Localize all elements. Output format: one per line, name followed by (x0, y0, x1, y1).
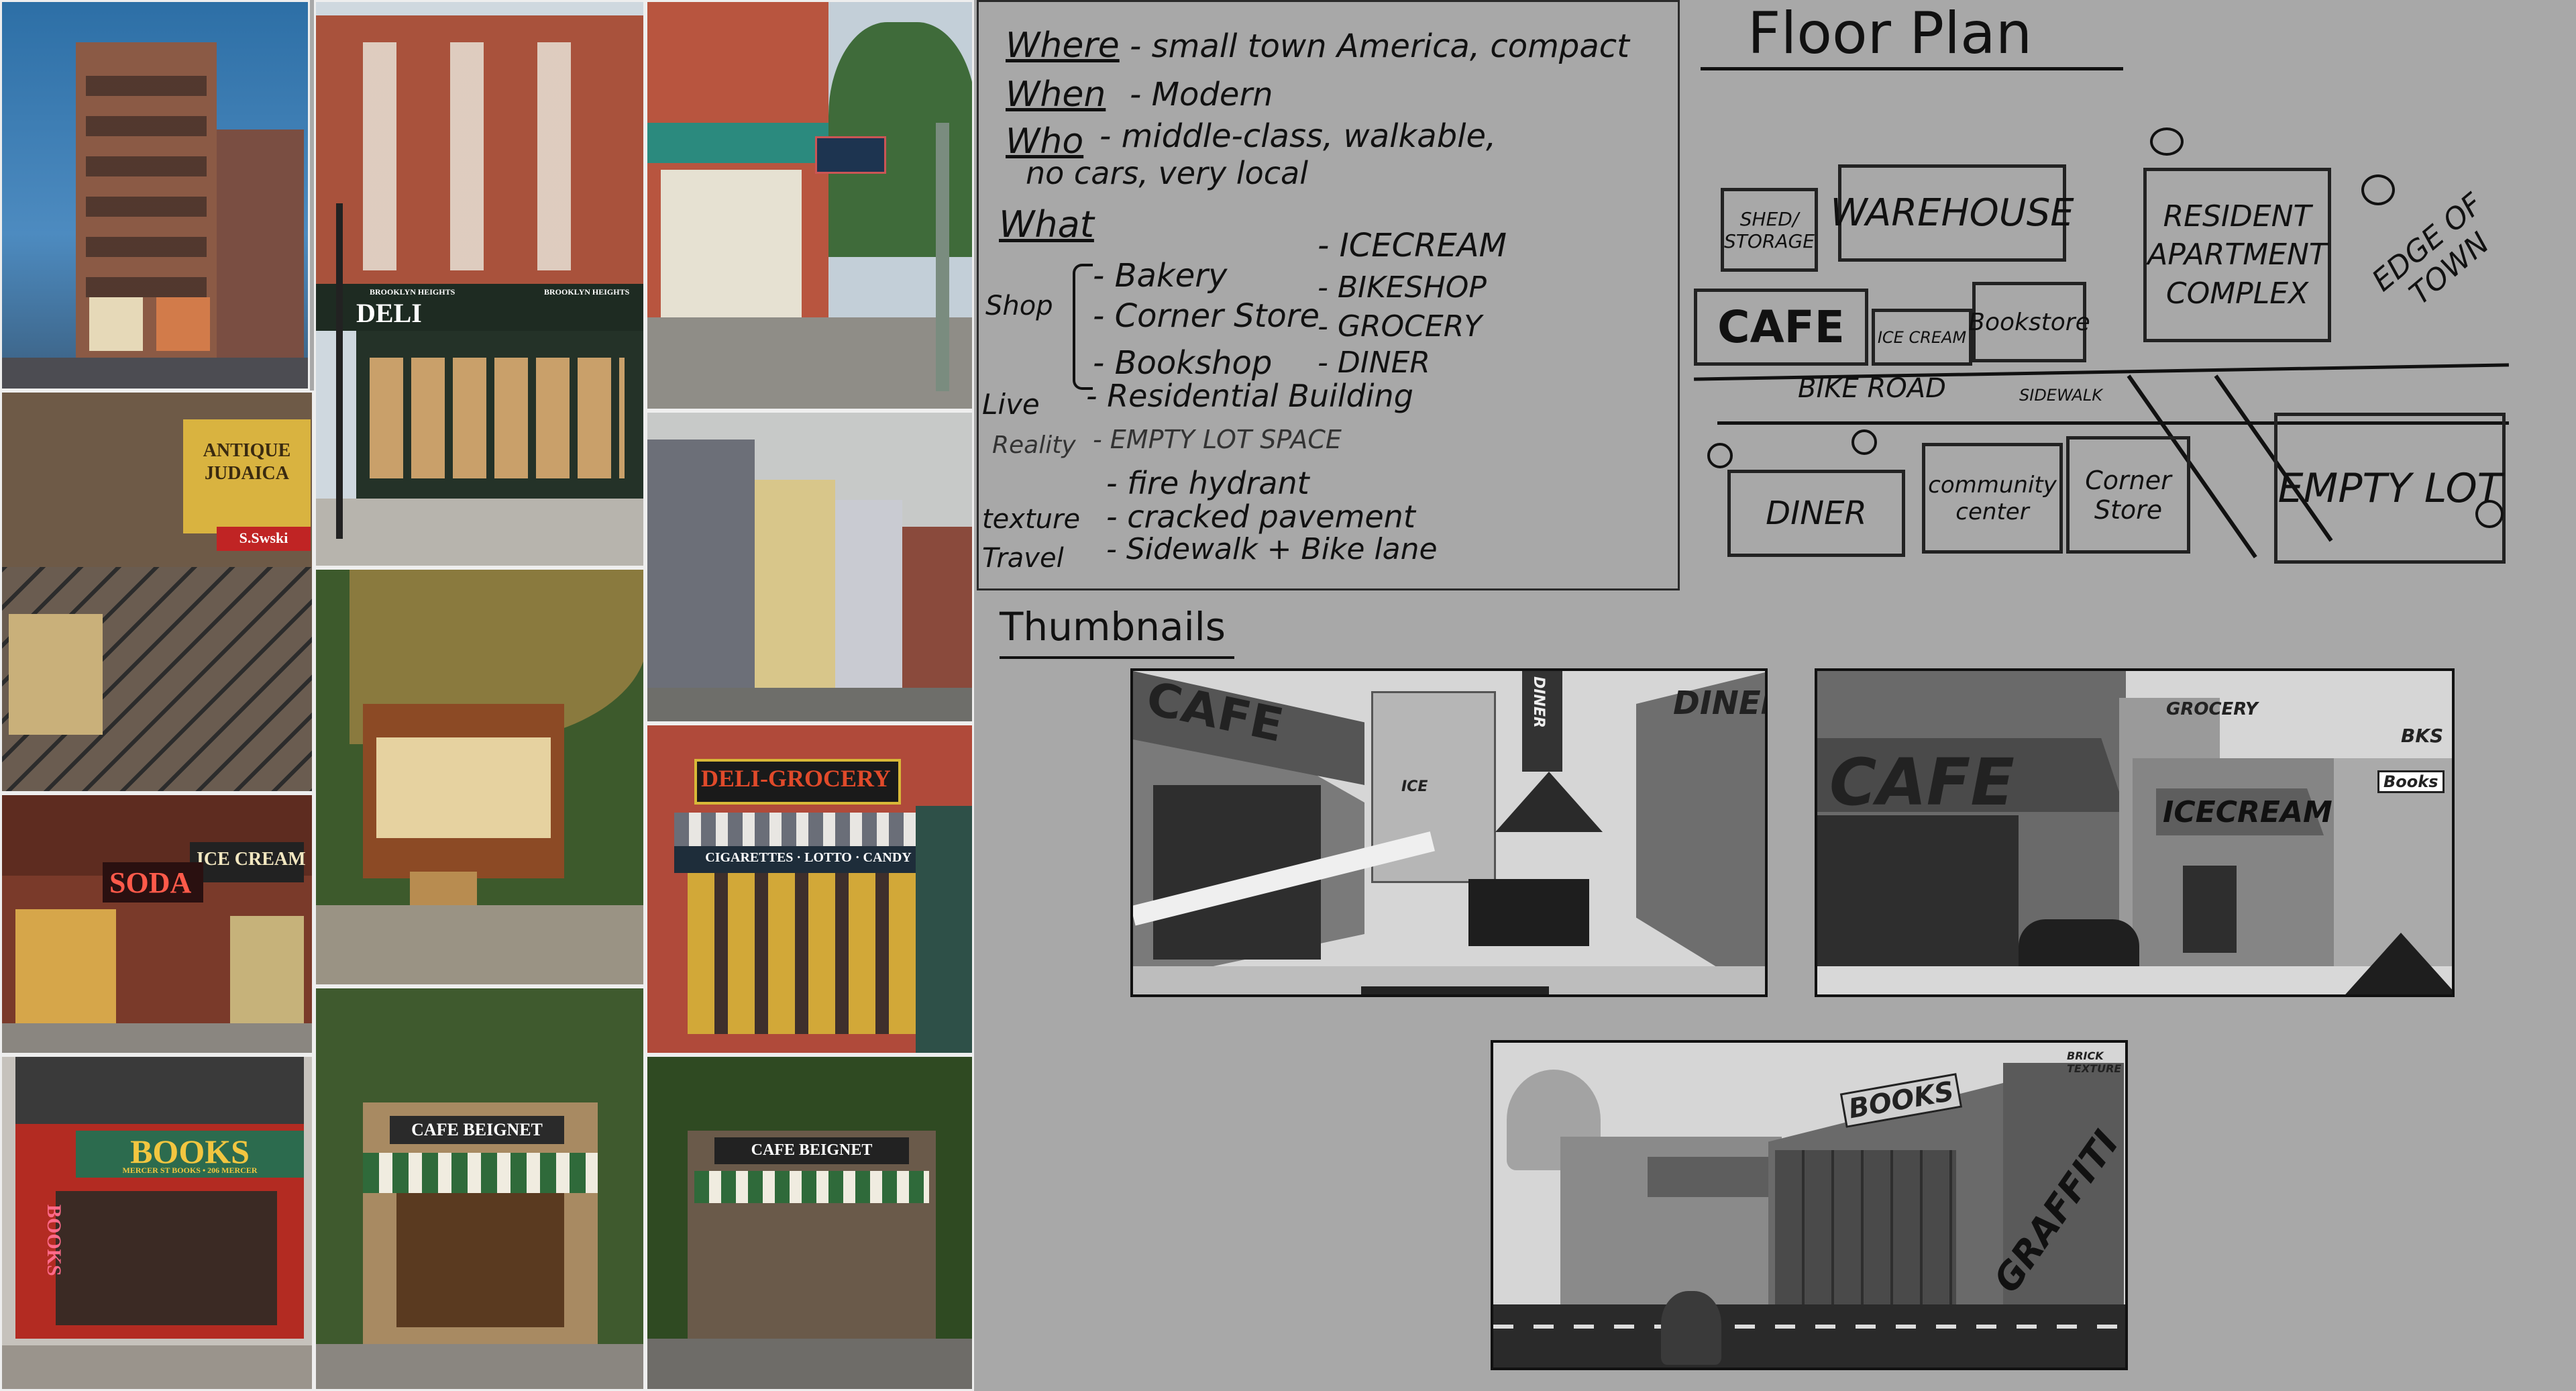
travel-label: Travel (982, 543, 1064, 574)
sign-deli-main: DELI (356, 298, 422, 328)
shop-item-bookshop: - Bookshop (1093, 344, 1273, 382)
live-label: Live (982, 388, 1040, 421)
fp-hydrant-2 (1851, 429, 1877, 455)
fp-bike-road: BIKE ROAD (1798, 373, 1946, 404)
photo-cafe-beignet-2: CAFE BEIGNET (645, 1055, 974, 1391)
notes-panel: Where - small town America, compact When… (977, 0, 1680, 590)
sign-deli-grocery: DELI-GROCERY (701, 765, 891, 792)
when-text: - Modern (1130, 76, 1273, 113)
reality-text: - EMPTY LOT SPACE (1093, 425, 1342, 454)
thumbnail-bookstore-corner: BOOKS GRAFFITI BRICK TEXTURE (1491, 1040, 2128, 1370)
when-label: When (1006, 74, 1106, 115)
sign-cafe-beignet-2: CAFE BEIGNET (751, 1141, 873, 1159)
t3-brick-label: BRICK TEXTURE (2067, 1049, 2122, 1075)
photo-deli-corner: DELI BROOKLYN HEIGHTS BROOKLYN HEIGHTS (314, 0, 645, 568)
where-label: Where (1006, 25, 1120, 66)
sign-deli-right: BROOKLYN HEIGHTS (544, 287, 630, 297)
fp-icecream: ICE CREAM (1872, 309, 1972, 366)
sign-cafe-beignet-1: CAFE BEIGNET (411, 1120, 543, 1139)
photo-cafe-beignet-1: CAFE BEIGNET (314, 986, 645, 1391)
fp-bookstore: Bookstore (1968, 282, 2090, 362)
shop-item-corner-store: - Corner Store (1093, 297, 1320, 335)
shop-item-bakery: - Bakery (1093, 257, 1228, 295)
sign-ice-cream: ICE CREAM (197, 849, 306, 870)
fp-circle-1 (2150, 127, 2184, 156)
photo-antique-shop: ANTIQUE JUDAICA S.Swski (0, 391, 314, 793)
thumbnails-title: Thumbnails (1000, 604, 1226, 650)
sign-books-sub: MERCER ST BOOKS • 206 MERCER (122, 1166, 258, 1175)
texture-text-1: - fire hydrant (1106, 465, 1309, 501)
live-text: - Residential Building (1086, 378, 1413, 414)
texture-label: texture (982, 504, 1081, 535)
sign-books-vertical: BOOKS (43, 1204, 65, 1276)
t2-books-label: Books (2377, 770, 2445, 793)
thumbnail-street-cafe-diner: CAFE ICE DINER DINER (1130, 668, 1768, 997)
t2-cafe-label: CAFE (1829, 745, 2015, 820)
what-label: What (999, 203, 1094, 246)
t1-diner-vertical: DINER (1530, 676, 1547, 728)
where-text: - small town America, compact (1130, 28, 1629, 65)
photo-storefront-row (645, 411, 974, 723)
floor-plan-title-underline (1701, 67, 2123, 70)
sign-soda: SODA (109, 866, 192, 899)
reality-label: Reality (992, 431, 1076, 459)
photo-deli-grocery: DELI-GROCERY CIGARETTES · LOTTO · CANDY (645, 723, 974, 1055)
shop-bracket (1073, 264, 1093, 390)
t2-grocery-label: GROCERY (2166, 699, 2258, 719)
shop-item-diner: - DINER (1318, 346, 1431, 380)
t1-diner-label: DINER (1673, 684, 1765, 722)
fp-hydrant-1 (1707, 443, 1733, 468)
fp-diner: DINER (1727, 470, 1905, 557)
shop-label: Shop (985, 291, 1053, 321)
fp-resident: RESIDENT APARTMENT COMPLEX (2143, 168, 2331, 342)
fp-community: community center (1922, 443, 2063, 554)
t1-ice-label: ICE (1401, 778, 1428, 795)
fp-hydrant-3 (2475, 500, 2504, 528)
fp-corner-store: Corner Store (2066, 436, 2190, 554)
photo-green-awning-street (645, 0, 974, 411)
who-text: - middle-class, walkable, (1099, 117, 1497, 155)
fp-empty-lot: EMPTY LOT (2274, 413, 2506, 564)
sign-sawski: S.Swski (239, 529, 288, 546)
thumbnail-cafe-icecream: CAFE GROCERY ICECREAM Books BKS (1815, 668, 2455, 997)
sign-deli-left: BROOKLYN HEIGHTS (370, 287, 455, 297)
photo-soda-shop: ICE CREAM SODA (0, 793, 314, 1055)
travel-text: - Sidewalk + Bike lane (1106, 532, 1438, 566)
shop-item-grocery: - GROCERY (1318, 309, 1483, 344)
floor-plan-title: Floor Plan (1748, 0, 2033, 67)
thumbnails-title-underline (1000, 656, 1234, 659)
shop-item-bikeshop: - BIKESHOP (1318, 270, 1487, 305)
photo-apartment-dusk (0, 0, 310, 391)
shop-item-icecream: - ICECREAM (1318, 227, 1507, 264)
sign-antiques: ANTIQUE JUDAICA (203, 440, 291, 484)
fp-circle-2 (2361, 174, 2395, 205)
fp-cafe: CAFE (1694, 289, 1868, 366)
who-text-2: no cars, very local (1026, 155, 1308, 191)
fp-sidewalk: SIDEWALK (2019, 386, 2103, 405)
t2-bks-label: BKS (2401, 725, 2444, 747)
t2-icecream-label: ICECREAM (2163, 795, 2332, 829)
texture-text-2: - cracked pavement (1106, 499, 1415, 535)
photo-books-store: BOOKS MERCER ST BOOKS • 206 MERCER BOOKS (0, 1055, 314, 1391)
fp-shed: SHED/ STORAGE (1721, 188, 1818, 272)
photo-garden-kiosk (314, 568, 645, 986)
fp-warehouse: WAREHOUSE (1830, 164, 2074, 262)
sign-cigarettes: CIGARETTES · LOTTO · CANDY (705, 850, 912, 865)
